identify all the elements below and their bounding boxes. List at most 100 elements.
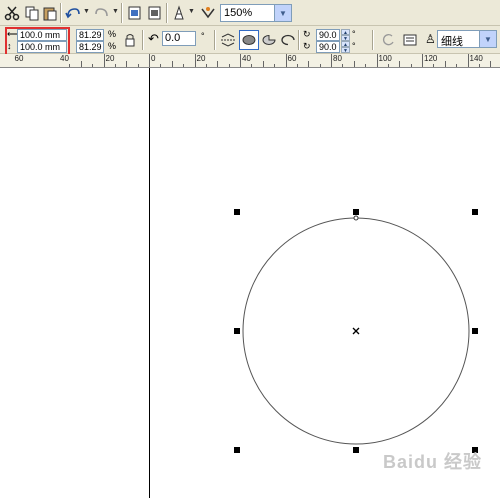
- separator: [60, 3, 62, 23]
- undo-icon[interactable]: [63, 3, 83, 23]
- selection-handle-bottom-left[interactable]: [234, 447, 240, 453]
- end-angle-icon: ↻: [303, 41, 311, 51]
- separator: [142, 30, 144, 50]
- ruler-label: 20: [105, 54, 115, 63]
- ruler-tick: [444, 61, 446, 67]
- end-angle-field[interactable]: 90.0: [316, 41, 340, 53]
- arc-mode-button[interactable]: [278, 30, 298, 50]
- ruler-tick: [149, 54, 150, 67]
- standard-toolbar: ▼ ▼ ▼ 150% ▼: [0, 0, 500, 26]
- ruler-tick: [114, 64, 116, 67]
- ruler-tick: [69, 64, 71, 67]
- outline-width-value: 细线: [441, 36, 463, 48]
- selection-handle-top-left[interactable]: [234, 209, 240, 215]
- launch-icon[interactable]: [169, 3, 189, 23]
- percent-label: %: [108, 29, 117, 39]
- ruler-tick: [103, 54, 105, 67]
- separator: [298, 30, 300, 50]
- ruler-tick: [126, 61, 128, 67]
- export-icon[interactable]: [145, 3, 165, 23]
- scale-x-field[interactable]: 81.29: [76, 29, 104, 41]
- ruler-label: 60: [287, 54, 297, 63]
- ruler-label: 40: [242, 54, 251, 63]
- chevron-down-icon[interactable]: ▼: [479, 31, 496, 47]
- start-angle-icon: ↻: [303, 29, 311, 39]
- redo-dropdown-icon[interactable]: ▼: [112, 8, 119, 15]
- ruler-tick: [467, 54, 469, 67]
- selection-handle-bottom[interactable]: [353, 447, 359, 453]
- ruler-tick: [342, 64, 344, 67]
- scale-y-field[interactable]: 81.29: [76, 41, 104, 53]
- paste-icon[interactable]: [40, 3, 60, 23]
- rotate-icon: ↶: [148, 31, 159, 46]
- percent-label: %: [108, 41, 117, 51]
- import-icon[interactable]: [125, 3, 145, 23]
- separator: [372, 30, 374, 50]
- ruler-label: 20: [196, 54, 206, 63]
- mirror-icon[interactable]: [218, 30, 238, 50]
- ruler-label: 140: [469, 54, 483, 63]
- horizontal-ruler: 60 40 20 0 20 40 60 80 100 120 140: [0, 54, 500, 68]
- ruler-tick: [262, 61, 264, 67]
- ruler-tick: [251, 64, 253, 67]
- pie-mode-button[interactable]: [259, 30, 279, 50]
- ruler-tick: [240, 54, 241, 67]
- drawing-canvas[interactable]: [0, 68, 500, 498]
- ruler-tick: [365, 64, 367, 67]
- ruler-tick: [137, 64, 139, 67]
- corel-online-icon[interactable]: [198, 3, 218, 23]
- selection-handle-top[interactable]: [353, 209, 359, 215]
- ruler-tick: [387, 64, 389, 67]
- ellipse-mode-button[interactable]: [239, 30, 259, 50]
- outline-width-combo[interactable]: 细线 ▼: [437, 30, 497, 48]
- separator: [121, 3, 123, 23]
- cut-icon[interactable]: [2, 3, 22, 23]
- ruler-label: 0: [151, 54, 156, 63]
- rotation-angle-field[interactable]: 0.0: [162, 31, 196, 46]
- ruler-tick: [376, 54, 378, 67]
- undo-dropdown-icon[interactable]: ▼: [83, 8, 90, 15]
- ruler-tick: [456, 64, 458, 67]
- lock-ratio-icon[interactable]: [120, 30, 140, 50]
- selection-handle-top-right[interactable]: [472, 209, 478, 215]
- ruler-tick: [92, 64, 94, 67]
- degree-label: °: [201, 31, 205, 41]
- selection-handle-left[interactable]: [234, 328, 240, 334]
- ruler-tick: [410, 64, 412, 67]
- ruler-tick: [478, 64, 480, 67]
- ruler-label: 40: [60, 54, 69, 63]
- circle-node: [353, 215, 359, 221]
- ruler-label: 80: [333, 54, 342, 63]
- ruler-label: 120: [424, 54, 438, 63]
- ruler-tick: [399, 61, 401, 67]
- circle-drawing: [242, 215, 470, 445]
- wrap-text-icon[interactable]: [400, 30, 420, 50]
- ruler-tick: [194, 54, 196, 67]
- selection-handle-right[interactable]: [472, 328, 478, 334]
- ruler-tick: [422, 54, 423, 67]
- ruler-tick: [171, 61, 173, 67]
- ruler-tick: [433, 64, 435, 67]
- ruler-tick: [319, 64, 321, 67]
- start-angle-field[interactable]: 90.0: [316, 29, 340, 41]
- chevron-down-icon[interactable]: ▼: [274, 5, 291, 21]
- copy-icon[interactable]: [22, 3, 42, 23]
- launch-dropdown-icon[interactable]: ▼: [188, 8, 195, 15]
- redo-icon[interactable]: [92, 3, 112, 23]
- watermark-text: Baidu 经验: [383, 452, 483, 472]
- ruler-label: 100: [378, 54, 392, 63]
- ruler-tick: [353, 61, 355, 67]
- direction-icon[interactable]: [378, 30, 398, 50]
- ruler-tick: [205, 64, 207, 67]
- ruler-tick: [183, 64, 185, 67]
- ruler-tick: [285, 54, 287, 67]
- ruler-tick: [490, 61, 492, 67]
- start-angle-spinner[interactable]: ▲ ▼: [341, 29, 350, 42]
- ruler-tick: [217, 61, 219, 67]
- ruler-tick: [80, 61, 82, 67]
- ruler-tick: [308, 61, 310, 67]
- ruler-tick: [296, 64, 298, 67]
- zoom-level-combo[interactable]: 150% ▼: [220, 4, 292, 22]
- zoom-level-value: 150%: [224, 7, 253, 19]
- end-angle-spinner[interactable]: ▲ ▼: [341, 41, 350, 54]
